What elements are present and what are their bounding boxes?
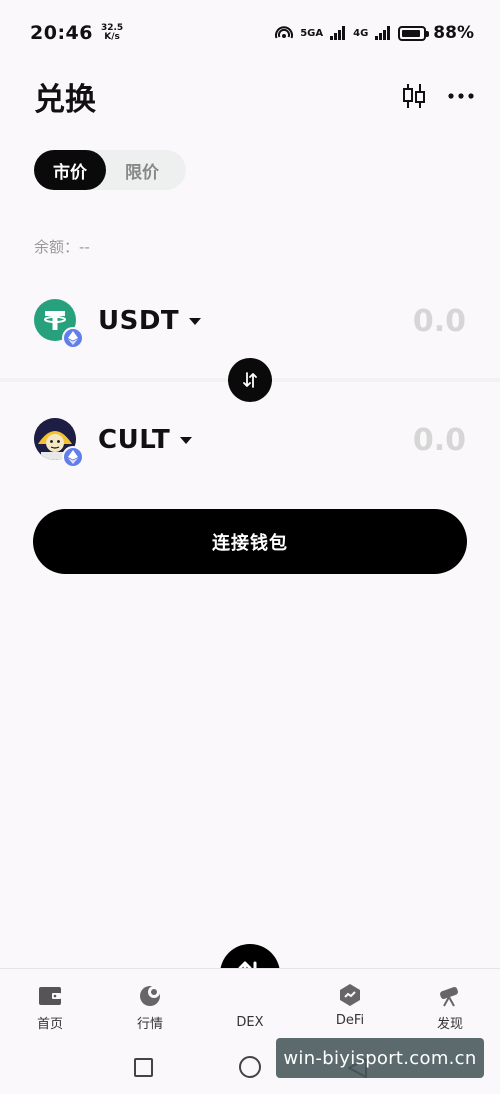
more-icon[interactable] (448, 93, 474, 99)
chevron-down-icon (180, 436, 193, 444)
from-token-selector[interactable]: USDT (98, 306, 202, 336)
tab-market[interactable]: 行情 (110, 983, 190, 1032)
from-amount-input[interactable]: 0.0 (413, 304, 474, 339)
tab-limit[interactable]: 限价 (106, 150, 178, 190)
candlestick-icon[interactable] (402, 83, 426, 109)
network-speed-unit: K/s (104, 32, 120, 42)
swap-direction-button[interactable] (228, 358, 272, 402)
tab-dex-label: DEX (236, 1015, 264, 1030)
signal-icon-2 (375, 26, 391, 40)
network-speed: 32.5 K/s (101, 24, 123, 42)
recent-apps-button[interactable] (134, 1058, 153, 1077)
to-amount-input[interactable]: 0.0 (413, 423, 474, 458)
page-header: 兑换 (34, 72, 474, 120)
clock: 20:46 (30, 22, 93, 44)
battery-icon (398, 25, 430, 41)
battery-percent: 88% (433, 23, 474, 43)
status-left: 20:46 32.5 K/s (30, 22, 123, 44)
ethereum-icon (62, 327, 84, 349)
tab-market-label: 行情 (136, 1017, 163, 1032)
network-type-1: 5GA (300, 27, 324, 39)
hotspot-icon (275, 26, 294, 39)
tab-home[interactable]: 首页 (10, 983, 90, 1032)
network-type-2: 4G (353, 27, 369, 39)
signal-icon (330, 26, 346, 40)
to-token-symbol: CULT (98, 425, 171, 455)
to-token-row: CULT 0.0 (34, 410, 474, 470)
page-title: 兑换 (34, 81, 96, 118)
cult-logo (34, 418, 84, 468)
order-type-toggle: 市价 限价 (34, 150, 186, 190)
bottom-tab-bar: 首页 行情 DEX DeFi 发现 (0, 968, 500, 1040)
tab-discover-label: 发现 (436, 1017, 463, 1032)
header-actions (402, 83, 474, 109)
connect-wallet-button[interactable]: 连接钱包 (33, 509, 467, 574)
from-token-symbol: USDT (98, 306, 180, 336)
swap-arrows-icon (243, 372, 257, 388)
wallet-icon (37, 983, 63, 1007)
ethereum-icon (62, 446, 84, 468)
defi-icon (337, 983, 363, 1007)
tab-market[interactable]: 市价 (34, 150, 106, 190)
status-right: 5GA 4G 88% (275, 23, 474, 43)
from-token-row: USDT 0.0 (34, 291, 474, 351)
watermark: win-biyisport.com.cn (276, 1038, 484, 1078)
balance-label: 余额：-- (34, 238, 90, 256)
tab-defi[interactable]: DeFi (310, 983, 390, 1028)
status-bar: 20:46 32.5 K/s 5GA 4G 88% (0, 0, 500, 66)
to-token-selector[interactable]: CULT (98, 425, 193, 455)
market-icon (137, 983, 163, 1007)
battery-level (402, 29, 420, 37)
usdt-logo (34, 299, 84, 349)
home-button[interactable] (239, 1056, 261, 1078)
telescope-icon (437, 983, 463, 1007)
tab-home-label: 首页 (36, 1017, 63, 1032)
tab-dex[interactable]: DEX (210, 1015, 290, 1030)
chevron-down-icon (189, 317, 202, 325)
tab-defi-label: DeFi (335, 1013, 365, 1028)
tab-discover[interactable]: 发现 (410, 983, 490, 1032)
